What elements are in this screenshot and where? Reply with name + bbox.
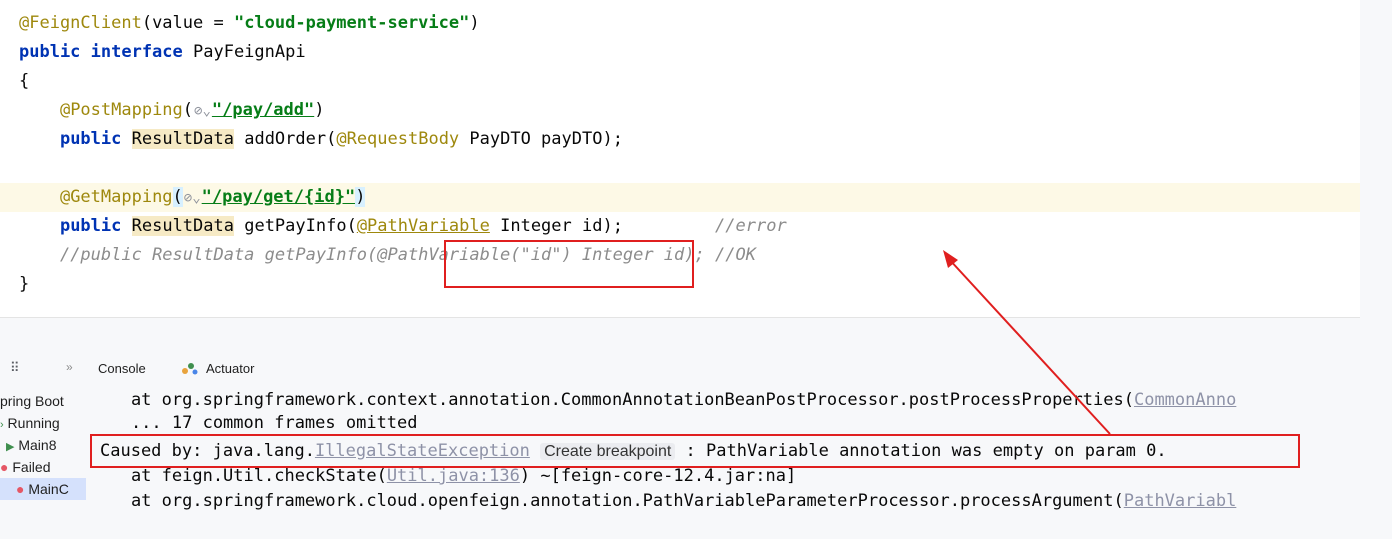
console-line-4: at feign.Util.checkState(Util.java:136) … (90, 466, 797, 486)
console-line-3-caused-by: Caused by: java.lang.IllegalStateExcepti… (100, 441, 1167, 461)
tab-actuator[interactable]: Actuator (206, 361, 254, 376)
tree-item-main-running[interactable]: ▶ Main8 (6, 434, 57, 456)
code-line-9[interactable]: //public ResultData getPayInfo(@PathVari… (0, 241, 1360, 270)
endpoint-inlay-icon[interactable]: ⊘⌄ (194, 97, 211, 126)
tree-item-running[interactable]: › Running (0, 412, 60, 434)
annotation-requestbody: @RequestBody (336, 129, 460, 149)
create-breakpoint-button[interactable]: Create breakpoint (540, 443, 676, 460)
code-line-3[interactable]: { (0, 67, 1360, 96)
ok-comment: //public ResultData getPayInfo(@PathVari… (59, 245, 756, 265)
code-line-1[interactable]: @FeignClient(value = "cloud-payment-serv… (0, 9, 1360, 38)
console-line-2: ... 17 common frames omitted (90, 413, 418, 433)
console-line-1: at org.springframework.context.annotatio… (90, 390, 1237, 410)
more-tabs-icon[interactable]: » (66, 360, 73, 374)
run-tree: pring Boot › Running ▶ Main8 ● Failed ● … (0, 384, 86, 514)
code-line-5[interactable]: public ResultData addOrder(@RequestBody … (0, 125, 1360, 154)
code-line-10[interactable]: } (0, 270, 1360, 299)
tab-console[interactable]: Console (98, 361, 146, 376)
tool-window-header: ⠿ » Console Actuator (0, 352, 1392, 384)
tree-item-main-failed[interactable]: ● MainC (0, 478, 86, 500)
endpoint-inlay-icon[interactable]: ⊘⌄ (184, 184, 201, 213)
source-link[interactable]: PathVariabl (1124, 491, 1237, 511)
source-link[interactable]: CommonAnno (1134, 390, 1236, 410)
annotation-postmapping: @PostMapping (59, 100, 183, 120)
annotation-pathvariable: @PathVariable (356, 216, 490, 236)
code-line-7-current[interactable]: @GetMapping(⊘⌄"/pay/get/{id}") (0, 183, 1360, 212)
get-url-string[interactable]: "/pay/get/{id}" (202, 187, 356, 207)
annotation-getmapping: @GetMapping (59, 187, 173, 207)
interface-name: PayFeignApi (182, 42, 306, 62)
service-name-string: "cloud-payment-service" (233, 13, 470, 33)
code-line-4[interactable]: @PostMapping(⊘⌄"/pay/add") (0, 96, 1360, 125)
tree-item-failed[interactable]: ● Failed (0, 456, 51, 478)
type-resultdata: ResultData (131, 129, 234, 149)
type-resultdata: ResultData (131, 216, 234, 236)
source-link[interactable]: Util.java:136 (387, 466, 520, 486)
drag-grip-icon[interactable]: ⠿ (10, 360, 20, 376)
console-output[interactable]: at org.springframework.context.annotatio… (90, 384, 1358, 514)
exception-link[interactable]: IllegalStateException (315, 441, 530, 461)
code-line-8[interactable]: public ResultData getPayInfo(@PathVariab… (0, 212, 1360, 241)
code-line-6[interactable] (0, 154, 1360, 183)
post-url-string[interactable]: "/pay/add" (212, 100, 314, 120)
console-line-5: at org.springframework.cloud.openfeign.a… (90, 491, 1237, 511)
code-editor[interactable]: @FeignClient(value = "cloud-payment-serv… (0, 0, 1360, 318)
annotation-feignclient: @FeignClient (19, 13, 142, 33)
actuator-icon (182, 363, 198, 375)
tree-item-spring-boot[interactable]: pring Boot (0, 390, 64, 412)
error-comment: //error (715, 216, 787, 236)
code-line-2[interactable]: public interface PayFeignApi (0, 38, 1360, 67)
